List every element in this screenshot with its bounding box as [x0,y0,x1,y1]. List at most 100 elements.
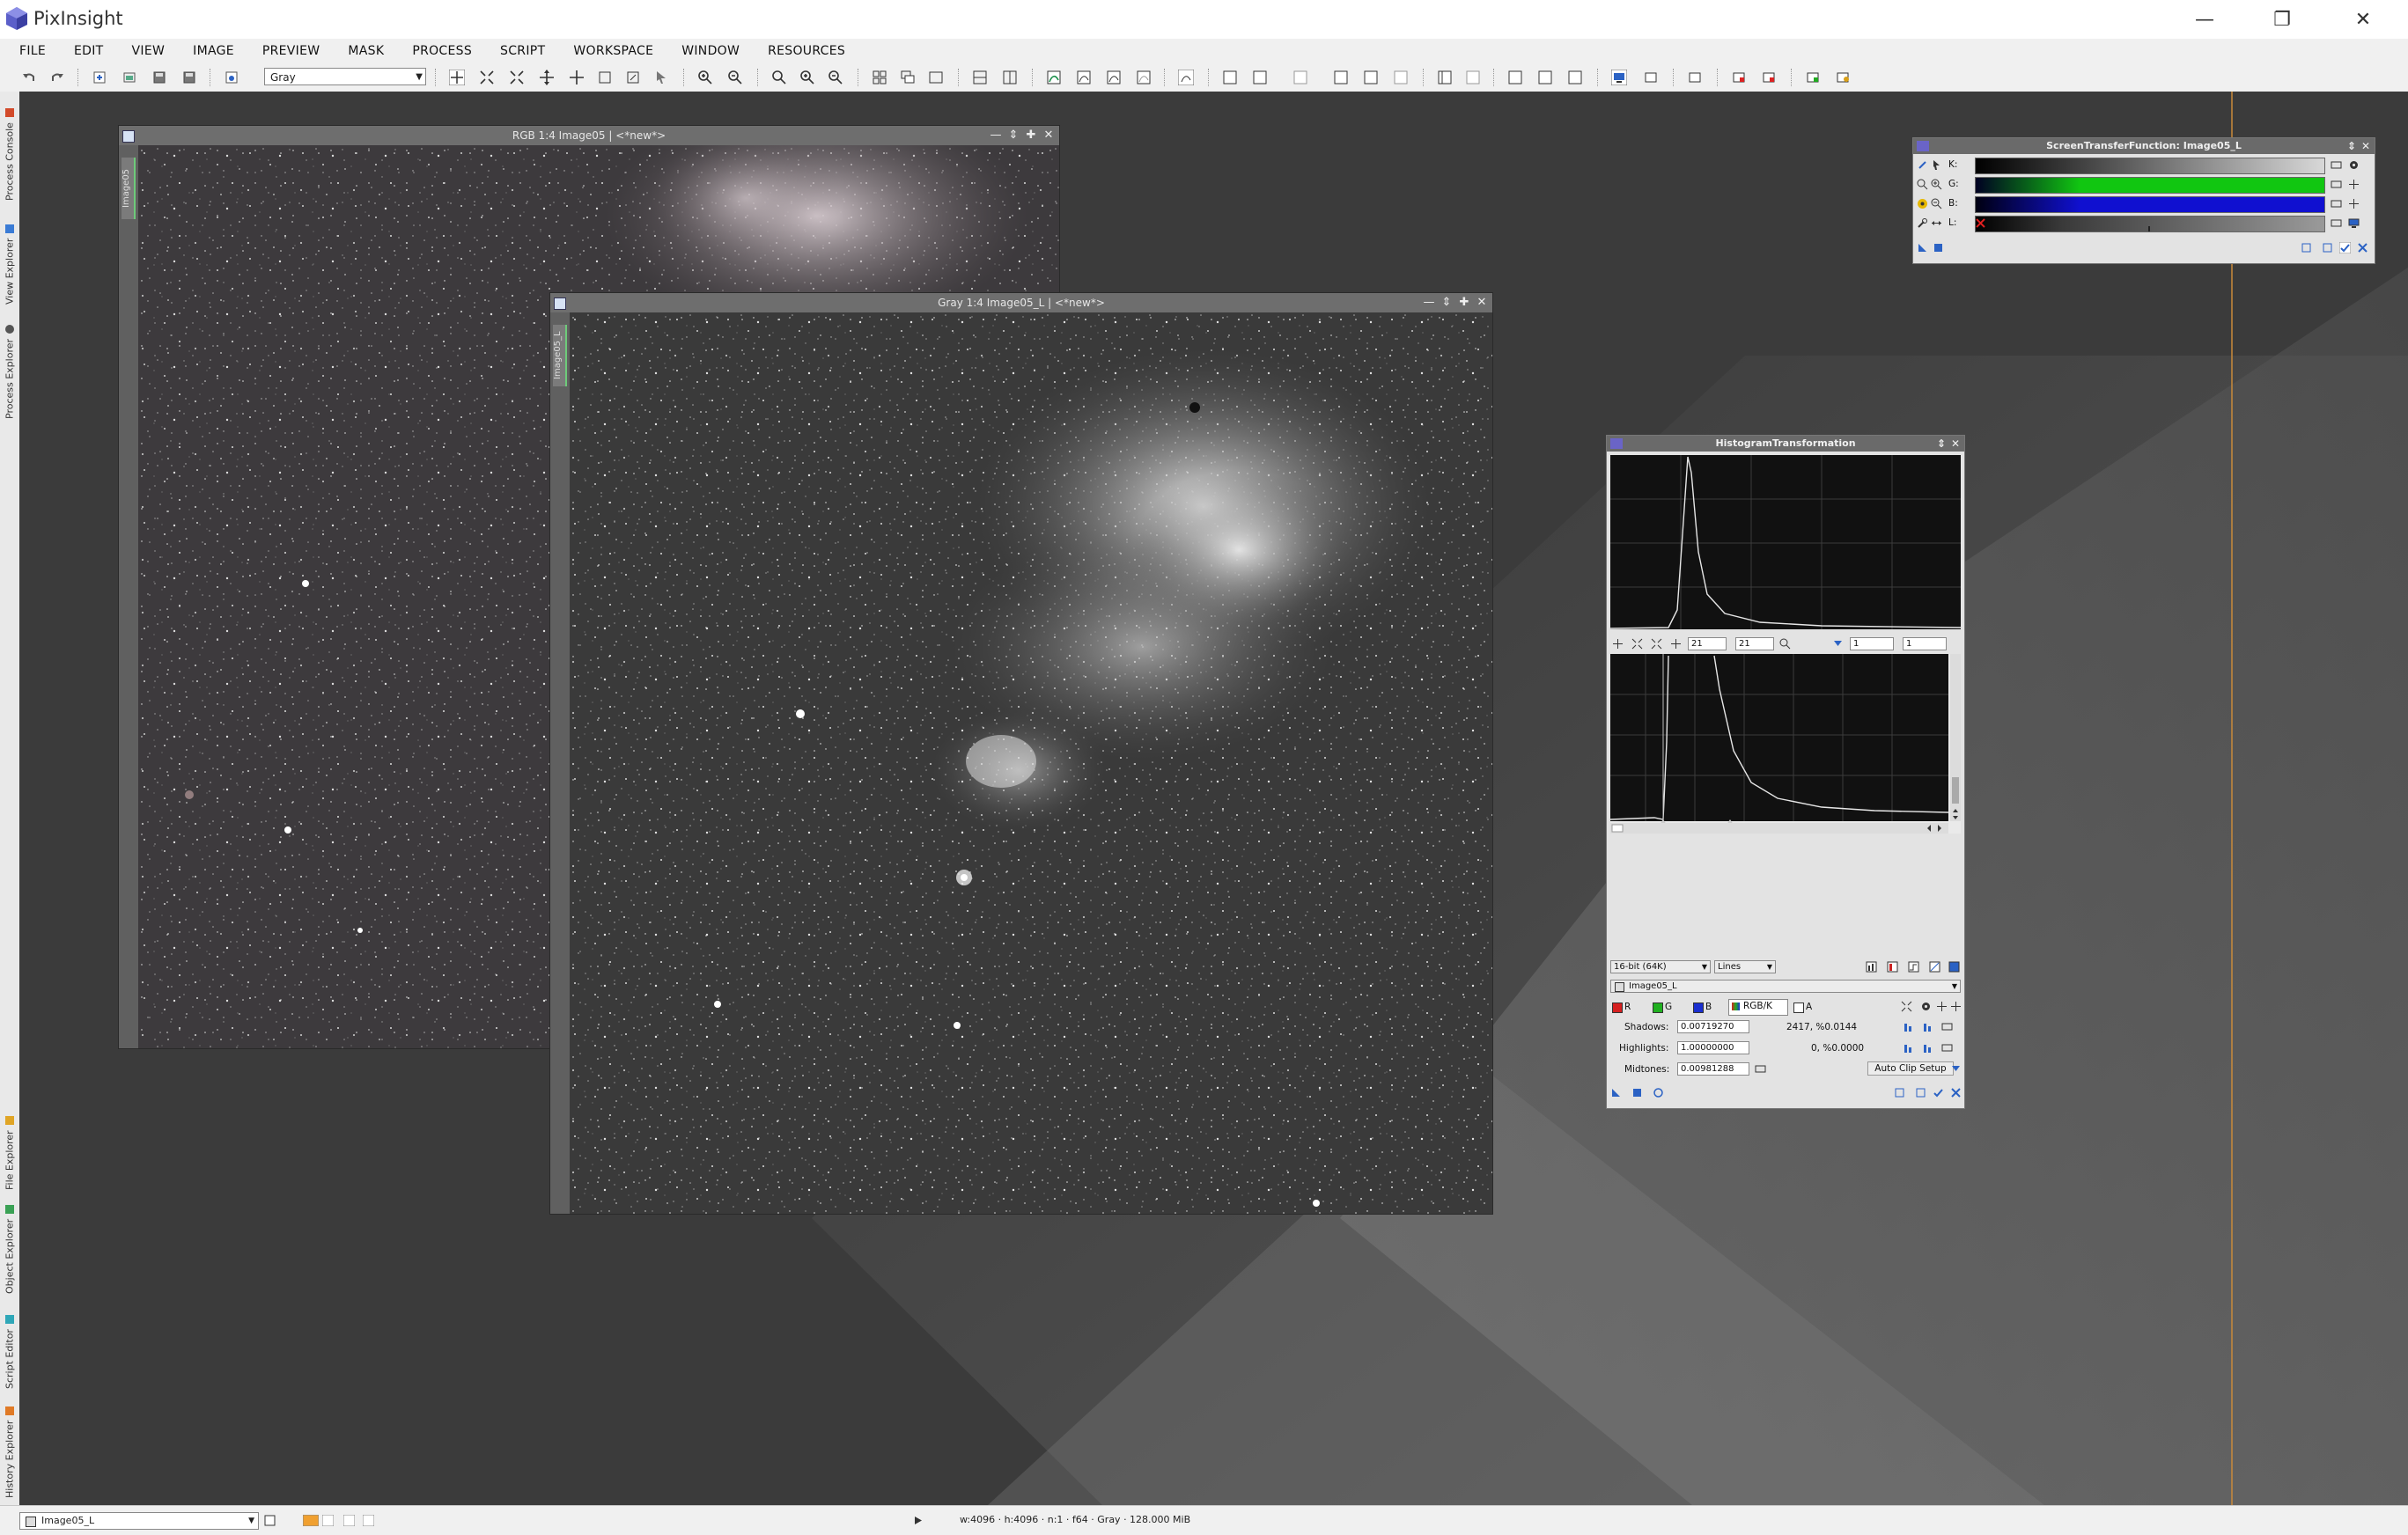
gear-icon[interactable] [1920,1001,1932,1012]
new-instance-icon[interactable] [1610,1087,1622,1098]
image-window-gray[interactable]: Gray 1:4 Image05_L | <*new*> — ⇕ ✚ ✕ Ima… [549,292,1493,1215]
close-button[interactable]: ✕ [2324,0,2402,39]
shade-icon[interactable]: ⇕ [2345,138,2359,154]
view-mode-select[interactable]: Gray ▼ [264,68,426,85]
workspace-2-icon[interactable] [1643,70,1659,85]
zoom-fit-window-icon[interactable] [509,70,525,85]
dynamic-pointer-icon[interactable] [653,70,669,85]
zoom-fit-2-icon[interactable] [1651,638,1662,650]
zoom-in-2-icon[interactable] [1931,179,1942,190]
channel-r-label[interactable]: R [1624,1002,1631,1012]
curve-4-icon[interactable] [1333,70,1349,85]
image-canvas-gray[interactable] [570,312,1492,1214]
zoom-out-icon[interactable] [727,70,743,85]
dock-tab-view-explorer[interactable]: View Explorer [2,208,18,305]
curve-3-icon[interactable] [1136,70,1152,85]
reset-channel-icon[interactable] [2331,179,2342,190]
menu-resources[interactable]: RESOURCES [754,44,859,58]
show-curve-icon[interactable] [1929,961,1940,973]
mask-color-white-2-icon[interactable] [343,1515,355,1526]
stf-slider-l[interactable] [1975,216,2325,232]
stf-slider-b[interactable] [1975,196,2325,213]
dock-tab-file-explorer[interactable]: File Explorer [2,1102,18,1190]
shade-icon[interactable]: — [1420,293,1438,312]
output-zoom-v-spinbox[interactable]: 1 [1903,637,1947,650]
shade-icon[interactable]: — [987,126,1005,145]
stf-slider-k[interactable] [1975,158,2325,174]
menu-view[interactable]: VIEW [118,44,180,58]
restore-button[interactable]: ❐ [2243,0,2321,39]
horizontal-zoom-spinbox[interactable]: 21 [1688,637,1727,650]
zoom-1-1-icon[interactable] [771,70,787,85]
midtones-input[interactable]: 0.00981288 [1677,1062,1749,1076]
zoom-icon[interactable] [1779,638,1791,650]
history-icon[interactable] [224,70,239,85]
layout-2-icon[interactable] [1465,70,1481,85]
channel-a-label[interactable]: A [1806,1002,1812,1012]
apply-global-icon[interactable] [1631,1087,1643,1098]
show-grid-icon[interactable] [1948,961,1960,973]
dock-tab-script-editor[interactable]: Script Editor [2,1301,18,1389]
vertical-zoom-spinbox[interactable]: 21 [1735,637,1774,650]
maximize-icon[interactable]: ✚ [1022,126,1040,145]
link-channels-icon[interactable] [1917,159,1928,171]
reset-channel-icon[interactable] [2331,198,2342,209]
edit-preview-icon[interactable] [625,70,641,85]
monitor-icon[interactable] [2348,217,2360,229]
play-icon[interactable] [912,1515,924,1526]
zoom-in-icon[interactable] [697,70,713,85]
menu-image[interactable]: IMAGE [179,44,248,58]
screen-1-icon[interactable] [1687,70,1703,85]
zoom-out-icon[interactable] [1931,198,1942,209]
menu-window[interactable]: WINDOW [667,44,754,58]
preview-2-icon[interactable] [1915,1087,1926,1098]
window-titlebar[interactable]: Gray 1:4 Image05_L | <*new*> — ⇕ ✚ ✕ [550,293,1492,312]
view-select-statusbar[interactable]: Image05_L ▼ [19,1512,259,1530]
view-select[interactable]: Image05_L ▼ [1610,980,1961,993]
window-system-icon[interactable] [554,297,566,310]
close-window-icon[interactable]: ✕ [1473,293,1491,312]
close-window-icon[interactable]: ✕ [1948,436,1962,452]
preview-icon[interactable] [2301,242,2312,253]
zoom-fit-icon[interactable] [1901,1001,1912,1012]
new-instance-icon[interactable] [1917,242,1928,253]
fit-window-icon[interactable] [928,70,944,85]
tile-windows-icon[interactable] [872,70,887,85]
track-view-icon[interactable] [1832,638,1844,650]
histogram-transformation-window[interactable]: HistogramTransformation ⇕ ✕ 21 21 1 1 16… [1606,435,1965,1109]
real-time-preview-icon[interactable] [1653,1087,1664,1098]
new-preview-icon[interactable] [597,70,613,85]
menu-file[interactable]: FILE [0,44,60,58]
menu-workspace[interactable]: WORKSPACE [559,44,667,58]
reset-channel-icon[interactable] [2331,159,2342,171]
reset-channel-icon[interactable] [2331,217,2342,229]
mask-invert-icon[interactable] [1002,70,1018,85]
shadows-input[interactable]: 0.00719270 [1677,1020,1749,1033]
workspace-desktop[interactable]: RGB 1:4 Image05 | <*new*> — ⇕ ✚ ✕ Image0… [19,92,2408,1505]
save-icon[interactable] [151,70,167,85]
reset-icon[interactable] [1941,1021,1953,1032]
apply-check-icon[interactable] [2339,242,2351,253]
shade-icon[interactable]: ⇕ [1934,436,1948,452]
zoom-fit-icon[interactable] [479,70,495,85]
mask-color-white-icon[interactable] [322,1515,334,1526]
maximize-icon[interactable]: ✚ [1455,293,1473,312]
channel-b-label[interactable]: B [1705,1002,1712,1012]
iconize-icon[interactable]: ⇕ [1438,293,1455,312]
close-window-icon[interactable]: ✕ [1040,126,1057,145]
layout-1-icon[interactable] [1437,70,1453,85]
stf-reset-icon[interactable] [1292,70,1308,85]
mask-color-orange-icon[interactable] [303,1515,319,1526]
auto-clip-setup-button[interactable]: Auto Clip Setup [1867,1061,1954,1076]
output-zoom-h-spinbox[interactable]: 1 [1850,637,1894,650]
show-transfer-icon[interactable] [1908,961,1919,973]
dock-tab-process-explorer[interactable]: Process Explorer [2,310,18,419]
show-rejection-icon[interactable] [1866,961,1877,973]
stf-toggle-icon[interactable] [1178,70,1194,85]
zoom-fit-icon[interactable] [1631,638,1643,650]
menu-process[interactable]: PROCESS [398,44,486,58]
red-x-icon[interactable] [1975,217,1986,229]
close-window-icon[interactable]: ✕ [2359,138,2373,154]
show-midtones-icon[interactable] [1887,961,1898,973]
explorer-3-icon[interactable] [1567,70,1583,85]
